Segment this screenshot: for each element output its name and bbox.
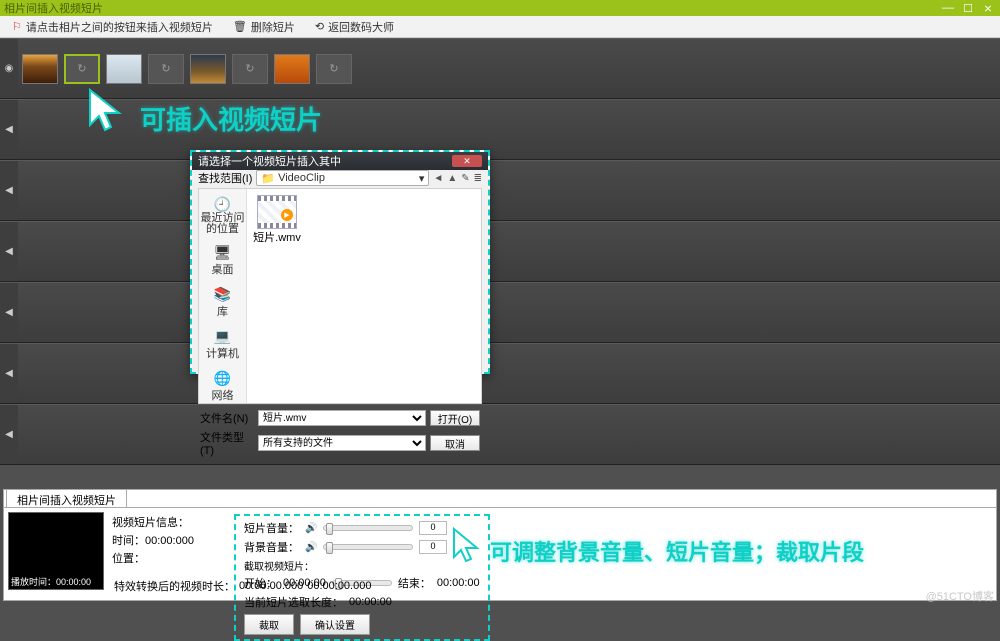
duration-after-effect: 特效转换后的视频时长： 00:00:00.000 00:00:00.000 bbox=[114, 578, 371, 594]
back-button[interactable]: ⟲ 返回数码大师 bbox=[315, 19, 394, 35]
watermark: @51CTO博客 bbox=[926, 588, 994, 604]
track-handle[interactable]: ◀ bbox=[0, 161, 18, 220]
callout-insert-clip: 可插入视频短片 bbox=[140, 100, 322, 137]
folder-dropdown[interactable]: 📁 VideoClip ▾ bbox=[256, 170, 429, 186]
file-dialog: 请选择一个视频短片插入其中 ✕ 查找范围(I) 📁 VideoClip ▾ ◄ … bbox=[190, 150, 490, 374]
place-desktop[interactable]: 🖥桌面 bbox=[212, 243, 234, 277]
track-handle[interactable]: ◉ bbox=[0, 39, 18, 98]
video-file-icon: ▶ bbox=[257, 195, 297, 229]
open-button[interactable]: 打开(O) bbox=[430, 410, 480, 426]
photo-thumb[interactable] bbox=[22, 54, 58, 84]
crop-header: 截取视频短片： bbox=[244, 558, 480, 573]
transition-slot[interactable]: ↻ bbox=[148, 54, 184, 84]
max-button[interactable]: ☐ bbox=[960, 3, 976, 13]
place-network[interactable]: 🌐网络 bbox=[212, 369, 234, 403]
folder-icon: 📁 bbox=[261, 172, 275, 185]
return-icon: ⟲ bbox=[315, 20, 324, 33]
track-row: ◀ bbox=[0, 343, 1000, 404]
clip-volume-value[interactable]: 0 bbox=[419, 521, 447, 535]
cursor-icon bbox=[450, 525, 490, 565]
cursor-icon bbox=[85, 85, 135, 135]
network-icon: 🌐 bbox=[214, 369, 232, 387]
track-handle[interactable]: ◀ bbox=[0, 283, 18, 342]
dialog-title: 请选择一个视频短片插入其中 bbox=[198, 153, 341, 169]
speaker-icon[interactable]: 🔊 bbox=[305, 542, 317, 553]
desktop-icon: 🖥 bbox=[214, 243, 232, 261]
places-sidebar: 🕘最近访问的位置 🖥桌面 📚库 💻计算机 🌐网络 bbox=[199, 189, 247, 403]
photo-thumb[interactable] bbox=[274, 54, 310, 84]
dialog-titlebar[interactable]: 请选择一个视频短片插入其中 ✕ bbox=[192, 152, 488, 170]
delete-clip-button[interactable]: 🗑 删除短片 bbox=[233, 19, 295, 35]
lookin-label: 查找范围(I) bbox=[198, 170, 252, 186]
end-label: 结束： bbox=[398, 575, 431, 591]
titlebar: 相片间插入视频短片 –– ☐ ⨯ bbox=[0, 0, 1000, 16]
current-length: 00:00:00 bbox=[349, 596, 392, 608]
app-title: 相片间插入视频短片 bbox=[4, 0, 103, 16]
library-icon: 📚 bbox=[214, 285, 232, 303]
track-handle[interactable]: ◀ bbox=[0, 222, 18, 281]
pos-label: 位置： bbox=[112, 550, 224, 566]
photo-thumb[interactable] bbox=[106, 54, 142, 84]
info-header: 视频短片信息： bbox=[112, 514, 224, 530]
track-row: ◀ bbox=[0, 160, 1000, 221]
filetype-field[interactable]: 所有支持的文件 bbox=[258, 435, 426, 451]
bg-volume-value[interactable]: 0 bbox=[419, 540, 447, 554]
file-list[interactable]: ▶ 短片.wmv bbox=[247, 189, 481, 403]
filetype-label: 文件类型(T) bbox=[200, 429, 254, 457]
computer-icon: 💻 bbox=[214, 327, 232, 345]
toolbar-hint: ⚐ 请点击相片之间的按钮来插入视频短片 bbox=[12, 19, 213, 35]
transition-slot[interactable]: ↻ bbox=[316, 54, 352, 84]
track-row: ◀ bbox=[0, 282, 1000, 343]
bg-volume-label: 背景音量： bbox=[244, 539, 299, 555]
transition-slot[interactable]: ↻ bbox=[232, 54, 268, 84]
nav-new-icon[interactable]: ✎ bbox=[461, 173, 469, 184]
panel-tab[interactable]: 相片间插入视频短片 bbox=[6, 489, 127, 507]
min-button[interactable]: –– bbox=[940, 3, 956, 13]
close-button[interactable]: ⨯ bbox=[980, 3, 996, 13]
track-handle[interactable]: ◀ bbox=[0, 100, 18, 159]
current-length-label: 当前短片选取长度： bbox=[244, 594, 343, 610]
trash-icon: 🗑 bbox=[233, 20, 247, 33]
nav-view-icon[interactable]: ≣ bbox=[474, 173, 482, 184]
nav-up-icon[interactable]: ▲ bbox=[447, 173, 457, 184]
nav-back-icon[interactable]: ◄ bbox=[433, 173, 443, 184]
crop-button[interactable]: 裁取 bbox=[244, 614, 294, 635]
filename-field[interactable]: 短片.wmv bbox=[258, 410, 426, 426]
photo-thumb[interactable] bbox=[190, 54, 226, 84]
callout-adjust-volume: 可调整背景音量、短片音量；裁取片段 bbox=[490, 535, 864, 567]
transition-slot[interactable]: ↻ bbox=[64, 54, 100, 84]
preview-time: 播放时间：00:00:00 bbox=[9, 574, 103, 589]
track-handle[interactable]: ◀ bbox=[0, 344, 18, 403]
place-computer[interactable]: 💻计算机 bbox=[206, 327, 239, 361]
filename-label: 文件名(N) bbox=[200, 410, 254, 426]
speaker-icon[interactable]: 🔊 bbox=[305, 523, 317, 534]
clip-volume-slider[interactable] bbox=[323, 525, 413, 531]
clock-icon: 🕘 bbox=[214, 195, 232, 213]
preview-box[interactable]: 播放时间：00:00:00 bbox=[8, 512, 104, 590]
toolbar: ⚐ 请点击相片之间的按钮来插入视频短片 🗑 删除短片 ⟲ 返回数码大师 bbox=[0, 16, 1000, 38]
track-row: ◀ bbox=[0, 404, 1000, 465]
place-recent[interactable]: 🕘最近访问的位置 bbox=[199, 195, 246, 235]
place-library[interactable]: 📚库 bbox=[214, 285, 232, 319]
file-item[interactable]: ▶ 短片.wmv bbox=[253, 195, 301, 245]
end-time[interactable]: 00:00:00 bbox=[437, 577, 480, 589]
track-row: ◉ ↻ ↻ ↻ ↻ bbox=[0, 38, 1000, 99]
bg-volume-slider[interactable] bbox=[323, 544, 413, 550]
confirm-button[interactable]: 确认设置 bbox=[300, 614, 370, 635]
track-handle[interactable]: ◀ bbox=[0, 405, 18, 464]
clip-volume-label: 短片音量： bbox=[244, 520, 299, 536]
flag-icon: ⚐ bbox=[12, 20, 22, 33]
track-row: ◀ bbox=[0, 221, 1000, 282]
cancel-button[interactable]: 取消 bbox=[430, 435, 480, 451]
dialog-close-button[interactable]: ✕ bbox=[452, 155, 482, 167]
